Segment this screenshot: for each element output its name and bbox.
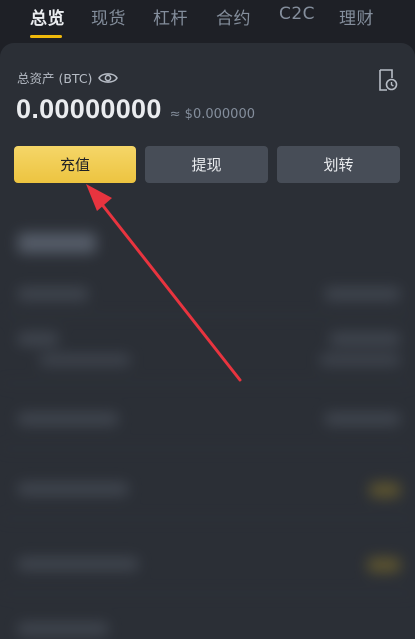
row-divider: [0, 518, 415, 519]
blurred-row-sub: [40, 355, 130, 365]
blurred-row-value: [325, 413, 400, 425]
row-divider: [0, 593, 415, 594]
deposit-button[interactable]: 充值: [14, 146, 136, 183]
blurred-row-badge: [370, 483, 400, 497]
row-divider: [0, 383, 415, 384]
blurred-row-label: [18, 558, 138, 570]
withdraw-button[interactable]: 提现: [145, 146, 268, 183]
blurred-row-badge: [368, 558, 400, 572]
tab-futures[interactable]: 合约: [216, 4, 251, 29]
top-tab-bar: 总览 现货 杠杆 合约 C2C 理财: [0, 0, 415, 40]
row-divider: [0, 448, 415, 449]
blurred-row-label: [18, 413, 118, 425]
tab-earn[interactable]: 理财: [339, 4, 374, 29]
blurred-row-sub: [320, 355, 400, 365]
tab-margin[interactable]: 杠杆: [153, 4, 188, 29]
history-icon[interactable]: [376, 68, 398, 92]
blurred-row-label: [18, 333, 58, 345]
blurred-row-label: [18, 288, 88, 300]
total-balance: 0.00000000: [16, 94, 162, 124]
blurred-heading: [18, 233, 96, 253]
total-asset-header: 总资产 (BTC): [17, 68, 119, 87]
balance-row: 0.00000000 ≈ $0.000000: [16, 94, 255, 125]
blurred-row-value: [330, 333, 400, 345]
tab-overview[interactable]: 总览: [30, 4, 65, 29]
eye-icon[interactable]: [98, 71, 119, 85]
total-asset-label: 总资产 (BTC): [17, 71, 93, 86]
active-tab-indicator: [30, 35, 62, 38]
asset-card: 总资产 (BTC) 0.00000000 ≈ $0.000000 充值 提现 划…: [0, 43, 415, 639]
blurred-row-label: [18, 623, 108, 635]
transfer-button[interactable]: 划转: [277, 146, 400, 183]
blurred-account-list: [0, 193, 415, 639]
blurred-row-label: [18, 483, 128, 495]
fiat-equivalent: ≈ $0.000000: [169, 107, 255, 122]
row-divider: [0, 315, 415, 316]
blurred-row-value: [325, 288, 400, 300]
tab-c2c[interactable]: C2C: [279, 4, 315, 24]
tab-spot[interactable]: 现货: [91, 4, 126, 29]
